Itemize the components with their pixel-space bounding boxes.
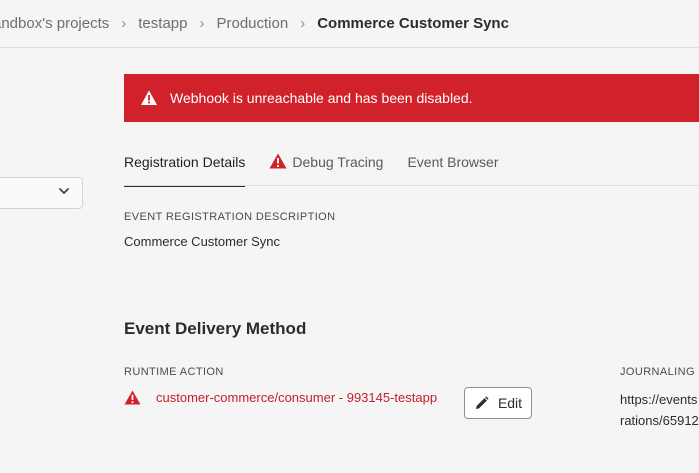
warning-icon xyxy=(269,153,287,169)
tab-label: Event Browser xyxy=(407,154,499,170)
breadcrumb: andbox's projects › testapp › Production… xyxy=(0,0,699,48)
description-label: EVENT REGISTRATION DESCRIPTION xyxy=(124,211,336,223)
pencil-icon xyxy=(475,395,489,409)
alert-message: Webhook is unreachable and has been disa… xyxy=(170,90,473,106)
tab-registration-details[interactable]: Registration Details xyxy=(124,146,246,187)
tab-label: Registration Details xyxy=(124,154,246,170)
chevron-down-icon xyxy=(59,188,69,194)
alert-triangle-icon xyxy=(141,90,157,105)
tab-label: Debug Tracing xyxy=(292,154,384,170)
breadcrumb-separator: › xyxy=(121,15,127,32)
journaling-url-line: rations/659128 xyxy=(620,413,699,428)
section-title-delivery-method: Event Delivery Method xyxy=(124,319,307,338)
tab-event-browser[interactable]: Event Browser xyxy=(407,146,498,186)
runtime-action-value: customer-commerce/consumer - 993145-test… xyxy=(124,390,437,405)
error-alert-banner: Webhook is unreachable and has been disa… xyxy=(124,74,699,122)
description-value: Commerce Customer Sync xyxy=(124,234,281,249)
tab-list: Registration Details Debug Tracing Event… xyxy=(124,146,523,187)
breadcrumb-item-projects[interactable]: andbox's projects xyxy=(0,15,109,32)
breadcrumb-current: Commerce Customer Sync xyxy=(317,15,509,32)
tab-debug-tracing[interactable]: Debug Tracing xyxy=(269,146,383,186)
breadcrumb-item-project[interactable]: testapp xyxy=(138,15,187,32)
tab-divider xyxy=(124,185,699,186)
journaling-url-line: https://events xyxy=(620,392,698,407)
breadcrumb-item-workspace[interactable]: Production xyxy=(216,15,288,32)
journaling-label: JOURNALING U xyxy=(620,366,699,378)
journaling-section: JOURNALING U https://events rations/6591… xyxy=(620,358,699,438)
journaling-url: https://events rations/659128 xyxy=(620,389,699,431)
sidebar-dropdown[interactable] xyxy=(0,177,83,209)
runtime-action-label: RUNTIME ACTION xyxy=(124,366,224,378)
edit-button[interactable]: Edit xyxy=(464,387,532,419)
edit-button-label: Edit xyxy=(497,395,523,411)
warning-icon xyxy=(124,390,141,405)
runtime-action-text: customer-commerce/consumer - 993145-test… xyxy=(156,390,438,405)
breadcrumb-separator: › xyxy=(300,15,306,32)
breadcrumb-separator: › xyxy=(199,15,205,32)
